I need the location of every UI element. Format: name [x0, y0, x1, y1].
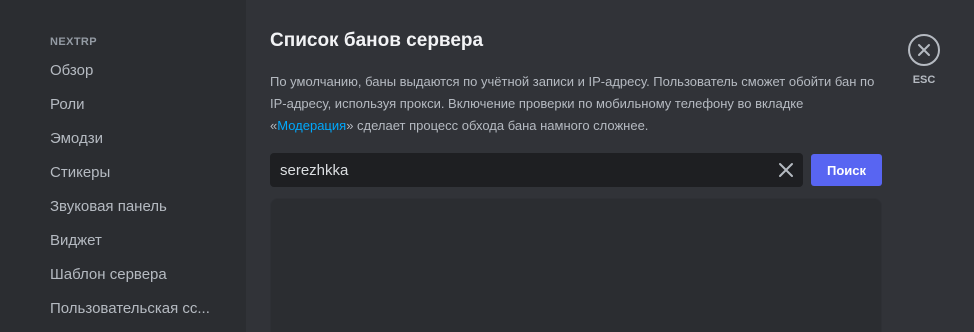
- description-text-end: » сделает процесс обхода бана намного сл…: [346, 118, 649, 133]
- close-control: ESC: [906, 34, 942, 86]
- sidebar-item-emoji[interactable]: Эмодзи: [40, 123, 226, 155]
- sidebar-item-roles[interactable]: Роли: [40, 89, 226, 121]
- page-description: По умолчанию, баны выдаются по учётной з…: [270, 71, 890, 137]
- settings-window: NEXTRP Обзор Роли Эмодзи Стикеры Звукова…: [0, 0, 974, 332]
- search-box: [270, 153, 803, 187]
- close-button[interactable]: [908, 34, 940, 66]
- page-title: Список банов сервера: [270, 30, 484, 51]
- search-button[interactable]: Поиск: [811, 154, 882, 186]
- sidebar-item-server-template[interactable]: Шаблон сервера: [40, 259, 226, 291]
- search-input[interactable]: [270, 153, 770, 187]
- moderation-link[interactable]: Модерация: [277, 118, 346, 133]
- ban-list-panel: [270, 198, 882, 332]
- main-content: Список банов сервера По умолчанию, баны …: [246, 0, 974, 332]
- sidebar-item-custom-invite[interactable]: Пользовательская сс...: [40, 293, 226, 325]
- sidebar-item-widget[interactable]: Виджет: [40, 225, 226, 257]
- esc-label: ESC: [912, 74, 936, 86]
- close-icon[interactable]: [777, 161, 795, 179]
- sidebar-item-overview[interactable]: Обзор: [40, 55, 226, 87]
- sidebar-server-name: NEXTRP: [50, 36, 98, 48]
- sidebar: NEXTRP Обзор Роли Эмодзи Стикеры Звукова…: [0, 0, 246, 332]
- sidebar-item-stickers[interactable]: Стикеры: [40, 157, 226, 189]
- sidebar-item-soundboard[interactable]: Звуковая панель: [40, 191, 226, 223]
